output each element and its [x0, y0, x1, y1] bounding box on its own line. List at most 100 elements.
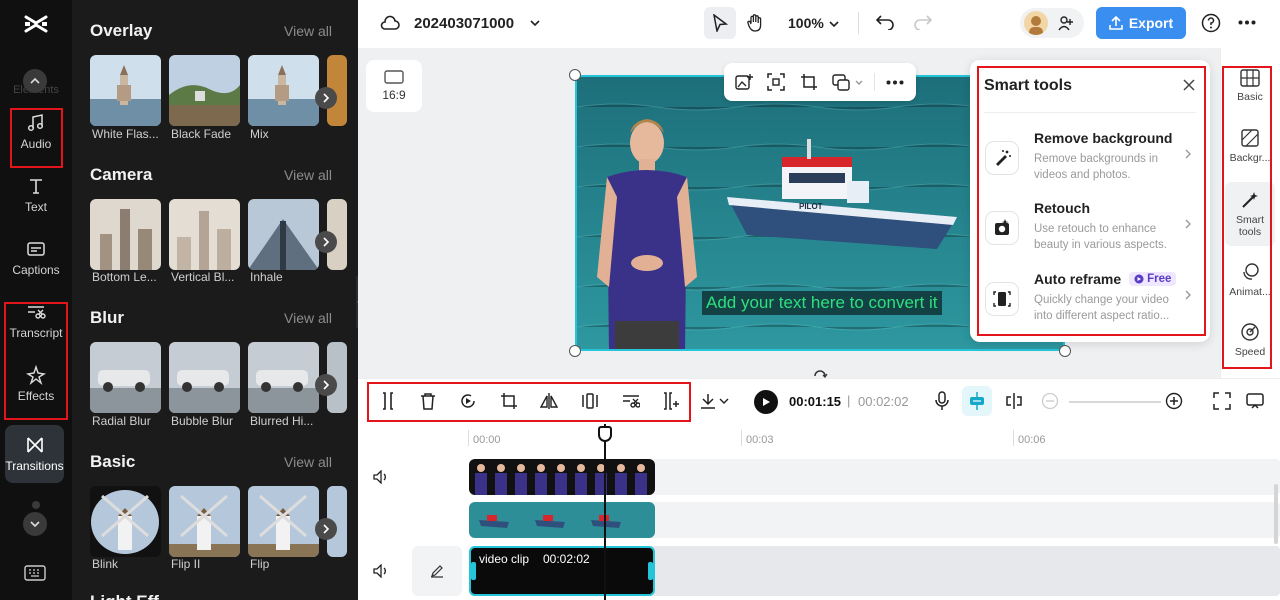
view-all-camera[interactable]: View all — [284, 167, 332, 183]
section-title-blur: Blur — [90, 308, 124, 327]
export-button[interactable]: Export — [1096, 7, 1186, 39]
timeline-scrollbar[interactable] — [1274, 484, 1278, 544]
edit-cover-button[interactable] — [412, 546, 462, 596]
download-button[interactable] — [700, 390, 730, 412]
record-voice-button[interactable] — [931, 390, 953, 412]
smart-tool-auto-reframe[interactable]: Auto reframe Free Quickly change your vid… — [984, 271, 1192, 333]
zoom-level[interactable]: 100% — [788, 15, 824, 31]
playhead-handle[interactable] — [598, 426, 612, 442]
caption-text-box[interactable]: Add your text here to convert it — [702, 291, 942, 315]
delete-button[interactable] — [417, 390, 439, 412]
resize-handle-bottom-right[interactable] — [1059, 345, 1071, 357]
help-icon[interactable] — [1201, 13, 1221, 33]
thumb-blink[interactable] — [90, 486, 161, 557]
clip-trim-handle-left[interactable] — [471, 562, 476, 580]
transcript-button[interactable] — [620, 390, 642, 412]
thumb-blurred-hi[interactable] — [248, 342, 319, 413]
keyboard-shortcuts-button[interactable] — [24, 564, 46, 587]
chevron-down-icon[interactable] — [854, 78, 864, 88]
aspect-ratio-button[interactable]: 16:9 — [366, 60, 422, 112]
thumb-vertical-blur[interactable] — [169, 199, 240, 270]
thumb-label: Bottom Le... — [92, 270, 157, 284]
focus-frame-icon[interactable] — [767, 73, 785, 91]
add-image-icon[interactable] — [735, 73, 753, 91]
fit-timeline-button[interactable] — [1211, 390, 1233, 412]
scroll-up-button[interactable] — [23, 69, 47, 93]
thumb-white-flash[interactable] — [90, 55, 161, 126]
camera-next-button[interactable] — [315, 231, 337, 253]
view-all-overlay[interactable]: View all — [284, 23, 332, 39]
overlay-next-button[interactable] — [315, 87, 337, 109]
subtitle-preview-button[interactable] — [1244, 390, 1266, 412]
play-button[interactable] — [754, 390, 778, 414]
clip-trim-handle-right[interactable] — [648, 562, 653, 580]
avatar-video-clip[interactable] — [469, 459, 655, 495]
rail-item-transitions[interactable]: Transitions — [5, 425, 64, 483]
main-video-clip[interactable]: video clip 00:02:02 — [469, 546, 655, 596]
smart-tool-remove-background[interactable]: Remove background Remove backgrounds in … — [984, 130, 1192, 192]
track-audio-icon[interactable] — [373, 564, 389, 578]
smart-tool-desc: Quickly change your video into different… — [1034, 294, 1170, 322]
track-audio-icon[interactable] — [373, 470, 389, 484]
thumb-radial-blur[interactable] — [90, 342, 161, 413]
more-options-icon[interactable] — [886, 80, 904, 85]
smart-split-button[interactable] — [660, 390, 682, 412]
close-icon[interactable] — [1182, 78, 1196, 92]
thumb-flip-ii[interactable] — [169, 486, 240, 557]
thumb-inhale[interactable] — [248, 199, 319, 270]
capcut-logo[interactable] — [22, 10, 50, 38]
rail-item-animation[interactable]: Animat... — [1225, 250, 1275, 310]
chevron-down-icon[interactable] — [828, 18, 840, 30]
cloud-icon[interactable] — [380, 14, 400, 32]
hand-tool-button[interactable] — [739, 7, 771, 39]
playhead-line[interactable] — [604, 424, 606, 600]
timeline-zoom-slider[interactable] — [1069, 401, 1161, 403]
background-video-clip[interactable] — [469, 502, 655, 538]
view-all-basic[interactable]: View all — [284, 454, 332, 470]
rail-item-smart-tools[interactable]: Smart tools — [1225, 182, 1275, 246]
rail-item-captions[interactable]: Captions — [0, 230, 72, 286]
thumb-bubble-blur[interactable] — [169, 342, 240, 413]
resize-handle-bottom-left[interactable] — [569, 345, 581, 357]
basic-next-button[interactable] — [315, 518, 337, 540]
ruler-tick — [1013, 430, 1014, 446]
chevron-down-icon[interactable] — [529, 17, 541, 29]
split-view-button[interactable] — [1003, 390, 1025, 412]
thumb-bottom-left[interactable] — [90, 199, 161, 270]
thumb-label: White Flas... — [92, 127, 159, 141]
crop-icon[interactable] — [800, 73, 818, 91]
view-all-blur[interactable]: View all — [284, 310, 332, 326]
redo-icon[interactable] — [914, 14, 932, 30]
magnet-snap-button[interactable] — [962, 386, 992, 416]
music-note-icon — [27, 114, 44, 132]
replace-media-icon[interactable] — [832, 73, 850, 91]
thumb-mix[interactable] — [248, 55, 319, 126]
rail-item-background[interactable]: Backgr... — [1225, 116, 1275, 176]
replay-button[interactable] — [457, 390, 479, 412]
undo-icon[interactable] — [876, 14, 894, 30]
rail-item-effects[interactable]: Effects — [0, 356, 72, 412]
rail-item-basic[interactable]: Basic — [1225, 56, 1275, 116]
scroll-down-button[interactable] — [23, 512, 47, 536]
rail-item-transcript[interactable]: Transcript — [0, 293, 72, 349]
transitions-panel: Overlay View all White Flas... Black Fad… — [72, 0, 358, 600]
rail-item-audio[interactable]: Audio — [0, 104, 72, 160]
rail-item-text[interactable]: Text — [0, 167, 72, 223]
flip-button[interactable] — [538, 390, 560, 412]
blur-next-button[interactable] — [315, 374, 337, 396]
resize-handle-top-left[interactable] — [569, 69, 581, 81]
select-tool-button[interactable] — [704, 7, 736, 39]
thumb-black-fade[interactable] — [169, 55, 240, 126]
zoom-out-button[interactable] — [1039, 390, 1061, 412]
collaborators-group[interactable] — [1020, 8, 1084, 38]
rail-item-speed[interactable]: Speed — [1225, 310, 1275, 370]
project-name[interactable]: 202403071000 — [414, 15, 514, 32]
more-options-icon[interactable] — [1238, 20, 1256, 25]
freeze-button[interactable] — [579, 390, 601, 412]
split-button[interactable] — [377, 390, 399, 412]
thumb-flip[interactable] — [248, 486, 319, 557]
crop-button[interactable] — [498, 390, 520, 412]
thumb-label: Black Fade — [171, 127, 232, 141]
smart-tool-retouch[interactable]: Retouch Use retouch to enhance beauty in… — [984, 200, 1192, 262]
zoom-in-button[interactable] — [1163, 390, 1185, 412]
